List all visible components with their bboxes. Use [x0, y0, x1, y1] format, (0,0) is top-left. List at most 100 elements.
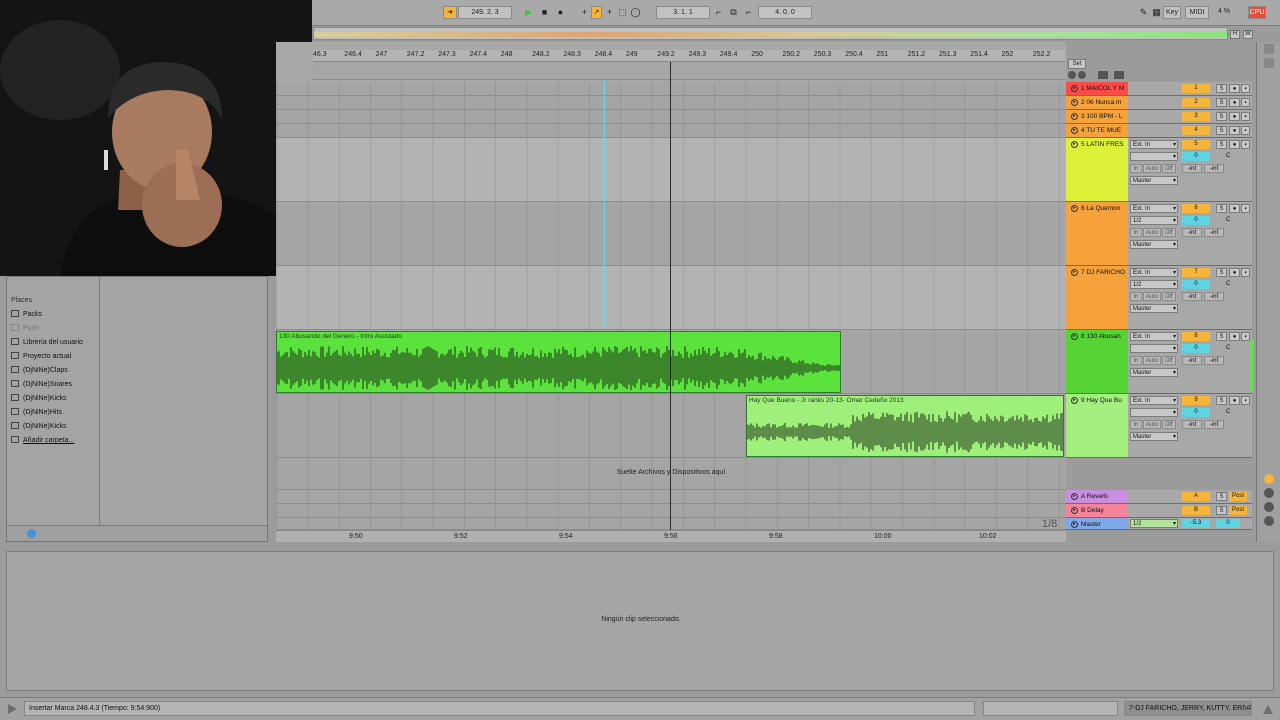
monitor-auto-button[interactable]: Auto	[1143, 164, 1161, 173]
places-item-user-library[interactable]: Librería del usuario	[11, 337, 83, 349]
input-channel-select[interactable]	[1130, 408, 1178, 417]
solo-button[interactable]: S	[1216, 112, 1227, 121]
play-icon[interactable]: ▶	[522, 6, 535, 19]
monitor-in-button[interactable]: In	[1130, 292, 1142, 301]
track-activator[interactable]: 1	[1182, 84, 1210, 93]
monitor-button[interactable]: ▪	[1241, 204, 1250, 213]
play-triangle-icon[interactable]	[6, 703, 18, 715]
draw-mode-icon[interactable]: ✎	[1137, 6, 1150, 19]
monitor-button[interactable]: ▪	[1241, 140, 1250, 149]
monitor-off-button[interactable]: Off	[1162, 228, 1176, 237]
arm-button[interactable]: ●	[1229, 84, 1240, 93]
places-item-hits[interactable]: (DjNiNe)Hits	[11, 407, 62, 419]
post-button[interactable]: Post	[1229, 492, 1247, 501]
arm-button[interactable]: ●	[1229, 396, 1240, 405]
track-volume[interactable]: 0	[1182, 152, 1210, 161]
track-header-3[interactable]: ▸ 3 100 BPM - L	[1066, 110, 1128, 124]
track-fold-icon[interactable]: ▸	[1071, 85, 1078, 92]
places-item-kicks[interactable]: (DjNiNe)Kicks	[11, 393, 67, 405]
monitor-off-button[interactable]: Off	[1162, 420, 1176, 429]
track-fold-icon[interactable]: ▸	[1071, 493, 1078, 500]
lane-track-6[interactable]	[276, 202, 1066, 266]
track-activator[interactable]: 3	[1182, 112, 1210, 121]
quantize-display[interactable]: 1/8	[1042, 518, 1057, 530]
return-activator[interactable]: B	[1182, 506, 1210, 515]
return-track-header[interactable]: ▸ B Delay	[1066, 504, 1128, 518]
input-type-select[interactable]: Ext. In	[1130, 332, 1178, 341]
post-button[interactable]: Post	[1229, 506, 1247, 515]
track-fold-icon[interactable]: ▸	[1071, 205, 1078, 212]
lane-track-5[interactable]	[276, 138, 1066, 202]
lane-return-b[interactable]	[276, 504, 1066, 518]
monitor-auto-button[interactable]: Auto	[1143, 228, 1161, 237]
track-header-4[interactable]: ▸ 4 TU TE MUE	[1066, 124, 1128, 138]
places-item-kicks-2[interactable]: (DjNiNe)Kicks	[11, 421, 67, 433]
drop-area[interactable]: Suelte Archivos y Dispositivos aquí	[276, 458, 1066, 490]
solo-button[interactable]: S	[1216, 140, 1227, 149]
return-track-header[interactable]: ▸ A Reverb	[1066, 490, 1128, 504]
track-activator[interactable]: 2	[1182, 98, 1210, 107]
plus-icon[interactable]: +	[603, 6, 616, 19]
stop-icon[interactable]: ■	[538, 6, 551, 19]
capture-icon[interactable]: ⬚	[616, 6, 629, 19]
prev-locator-icon[interactable]	[1068, 71, 1076, 79]
track-delete-icon[interactable]	[1114, 71, 1124, 79]
arm-button[interactable]: ●	[1229, 112, 1240, 121]
follow-arrow-icon[interactable]: ➜	[443, 6, 457, 19]
track-activator[interactable]: 4	[1182, 126, 1210, 135]
lane-track-7[interactable]	[276, 266, 1066, 330]
monitor-button[interactable]: ▪	[1241, 332, 1250, 341]
track-fold-icon[interactable]: ▸	[1071, 521, 1078, 528]
midi-map-button[interactable]: MIDI	[1185, 6, 1209, 19]
computer-keyboard-icon[interactable]: ▦	[1150, 6, 1163, 19]
track-header-7[interactable]: ▸ 7 DJ FARICHO	[1066, 266, 1128, 330]
punch-in-icon[interactable]: ⌐	[712, 6, 725, 19]
track-header-5[interactable]: ▸ 5 LATIN FRES	[1066, 138, 1128, 202]
master-track-header[interactable]: ▸ Master	[1066, 518, 1128, 530]
key-map-button[interactable]: Key	[1163, 6, 1181, 19]
solo-button[interactable]: S	[1216, 332, 1227, 341]
track-fold-icon[interactable]: ▸	[1071, 333, 1078, 340]
input-channel-select[interactable]	[1130, 152, 1178, 161]
punch-out-icon[interactable]: ⌐	[742, 6, 755, 19]
input-type-select[interactable]: Ext. In	[1130, 204, 1178, 213]
input-channel-select[interactable]: 1/2	[1130, 216, 1178, 225]
preview-toggle-icon[interactable]	[27, 529, 36, 538]
track-fold-icon[interactable]: ▸	[1071, 507, 1078, 514]
solo-button[interactable]: S	[1216, 204, 1227, 213]
arrangement-zoom-icon[interactable]	[1098, 71, 1108, 79]
solo-button[interactable]: S	[1216, 84, 1227, 93]
places-item-snares[interactable]: (DjNiNe)Snares	[11, 379, 72, 391]
output-select[interactable]: Master	[1130, 176, 1178, 185]
monitor-in-button[interactable]: In	[1130, 164, 1142, 173]
track-volume[interactable]: 0	[1182, 216, 1210, 225]
sends-toggle-icon[interactable]	[1264, 488, 1274, 498]
solo-button[interactable]: S	[1216, 396, 1227, 405]
input-type-select[interactable]: Ext. In	[1130, 396, 1178, 405]
master-volume[interactable]: -5.3	[1182, 519, 1210, 528]
solo-button[interactable]: S	[1216, 268, 1227, 277]
returns-toggle-icon[interactable]	[1264, 502, 1274, 512]
monitor-off-button[interactable]: Off	[1162, 164, 1176, 173]
output-select[interactable]: Master	[1130, 304, 1178, 313]
monitor-button[interactable]: ▪	[1241, 112, 1250, 121]
monitor-off-button[interactable]: Off	[1162, 356, 1176, 365]
loop-switch-icon[interactable]: ⧉	[727, 6, 740, 19]
loop-icon[interactable]: ◯	[629, 6, 642, 19]
track-activator[interactable]: 8	[1182, 332, 1210, 341]
loop-start-display[interactable]: 3. 1. 1	[656, 6, 710, 19]
monitor-auto-button[interactable]: Auto	[1143, 420, 1161, 429]
lane-track-1[interactable]	[276, 82, 1066, 96]
places-item-claps[interactable]: (DjNiNe)Claps	[11, 365, 68, 377]
solo-button[interactable]: S	[1216, 492, 1227, 501]
monitor-in-button[interactable]: In	[1130, 228, 1142, 237]
monitor-button[interactable]: ▪	[1241, 126, 1250, 135]
monitor-auto-button[interactable]: Auto	[1143, 356, 1161, 365]
song-position-display[interactable]: 249. 2. 3	[458, 6, 512, 19]
record-icon[interactable]: ●	[554, 6, 567, 19]
next-locator-icon[interactable]	[1078, 71, 1086, 79]
arm-button[interactable]: ●	[1229, 268, 1240, 277]
lane-master[interactable]	[276, 518, 1066, 530]
output-select[interactable]: Master	[1130, 240, 1178, 249]
lane-return-a[interactable]	[276, 490, 1066, 504]
